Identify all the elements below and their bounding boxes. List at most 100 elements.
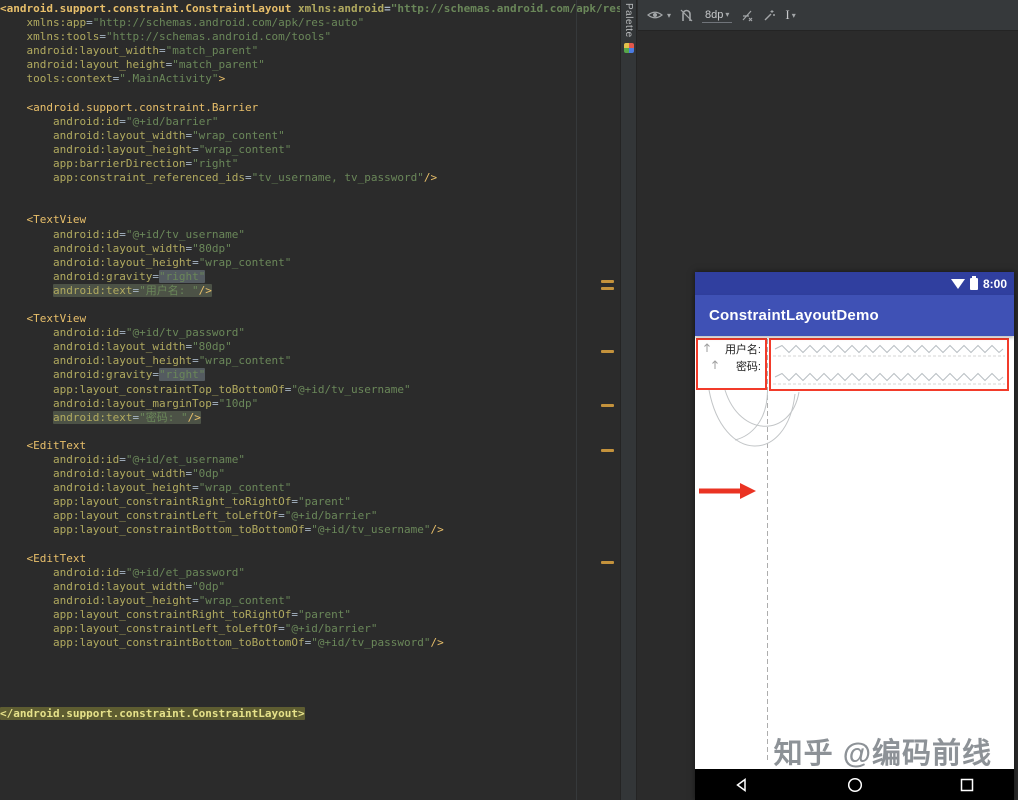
- xml-editor[interactable]: <android.support.constraint.ConstraintLa…: [0, 0, 620, 800]
- palette-tool-button[interactable]: Palette: [621, 0, 636, 53]
- code-line[interactable]: android:id="@+id/et_username": [0, 453, 620, 467]
- code-line[interactable]: android:layout_width="80dp": [0, 242, 620, 256]
- scrollbar-change-mark[interactable]: [601, 350, 614, 353]
- code-line[interactable]: [0, 87, 620, 101]
- wifi-icon: [951, 279, 965, 289]
- code-line[interactable]: android:layout_width="match_parent": [0, 44, 620, 58]
- code-line[interactable]: </android.support.constraint.ConstraintL…: [0, 707, 620, 721]
- scrollbar-change-mark[interactable]: [601, 404, 614, 407]
- chevron-down-icon: ▾: [792, 11, 796, 20]
- code-line[interactable]: [0, 679, 620, 693]
- palette-icon: [624, 43, 634, 53]
- scrollbar-change-mark[interactable]: [601, 287, 614, 290]
- preview-status-bar: 8:00: [695, 272, 1014, 295]
- code-line[interactable]: android:id="@+id/tv_password": [0, 326, 620, 340]
- text-cursor-dropdown[interactable]: I▾: [785, 7, 795, 23]
- code-line[interactable]: android:layout_height="wrap_content": [0, 256, 620, 270]
- default-margins-dropdown[interactable]: 8dp▾: [702, 8, 732, 23]
- code-lines: <android.support.constraint.ConstraintLa…: [0, 2, 620, 721]
- code-line[interactable]: tools:context=".MainActivity">: [0, 72, 620, 86]
- autoconnect-icon[interactable]: [680, 9, 693, 22]
- code-line[interactable]: android:text="用户名: "/>: [0, 284, 620, 298]
- code-line[interactable]: android:text="密码: "/>: [0, 411, 620, 425]
- code-line[interactable]: xmlns:app="http://schemas.android.com/ap…: [0, 16, 620, 30]
- code-line[interactable]: [0, 693, 620, 707]
- code-line[interactable]: android:layout_width="0dp": [0, 467, 620, 481]
- device-preview[interactable]: 8:00 ConstraintLayoutDemo: [695, 272, 1014, 800]
- code-line[interactable]: [0, 298, 620, 312]
- code-line[interactable]: android:id="@+id/tv_username": [0, 228, 620, 242]
- editor-scrollbar[interactable]: [601, 0, 616, 800]
- scrollbar-change-mark[interactable]: [601, 449, 614, 452]
- code-line[interactable]: <android.support.constraint.Barrier: [0, 101, 620, 115]
- code-line[interactable]: android:layout_height="wrap_content": [0, 594, 620, 608]
- code-line[interactable]: app:layout_constraintRight_toRightOf="pa…: [0, 608, 620, 622]
- annotation-arrow: [699, 483, 756, 499]
- preview-canvas[interactable]: 用户名: 密码: 知乎 @编码前线: [695, 336, 1014, 769]
- code-line[interactable]: android:layout_width="0dp": [0, 580, 620, 594]
- battery-icon: [970, 278, 978, 290]
- code-line[interactable]: app:layout_constraintLeft_toLeftOf="@+id…: [0, 509, 620, 523]
- code-line[interactable]: app:constraint_referenced_ids="tv_userna…: [0, 171, 620, 185]
- code-line[interactable]: android:layout_width="80dp": [0, 340, 620, 354]
- preview-app-bar: ConstraintLayoutDemo: [695, 295, 1014, 336]
- code-line[interactable]: app:layout_constraintTop_toBottomOf="@+i…: [0, 383, 620, 397]
- code-line[interactable]: <EditText: [0, 439, 620, 453]
- constraint-arc: [709, 390, 795, 446]
- android-studio-window: <android.support.constraint.ConstraintLa…: [0, 0, 1018, 800]
- code-line[interactable]: [0, 199, 620, 213]
- default-margins-value: 8dp: [705, 9, 723, 21]
- edittext-width-spring: [775, 374, 1003, 381]
- cursor-label: I: [785, 7, 789, 23]
- code-line[interactable]: app:layout_constraintLeft_toLeftOf="@+id…: [0, 622, 620, 636]
- code-line[interactable]: android:layout_width="wrap_content": [0, 129, 620, 143]
- code-line[interactable]: android:layout_height="wrap_content": [0, 143, 620, 157]
- scrollbar-change-mark[interactable]: [601, 561, 614, 564]
- status-time: 8:00: [983, 277, 1007, 291]
- textview-password[interactable]: 密码:: [698, 358, 764, 374]
- code-line[interactable]: <EditText: [0, 552, 620, 566]
- code-line[interactable]: <TextView: [0, 213, 620, 227]
- blueprint-overlay: [695, 336, 1014, 769]
- home-icon: [846, 776, 864, 794]
- chevron-down-icon: ▾: [725, 10, 729, 19]
- code-line[interactable]: app:layout_constraintRight_toRightOf="pa…: [0, 495, 620, 509]
- code-line[interactable]: xmlns:tools="http://schemas.android.com/…: [0, 30, 620, 44]
- view-options-icon[interactable]: [647, 9, 663, 21]
- code-line[interactable]: android:id="@+id/barrier": [0, 115, 620, 129]
- code-line[interactable]: [0, 185, 620, 199]
- code-line[interactable]: android:gravity="right": [0, 368, 620, 382]
- selection-box-edittexts[interactable]: [770, 339, 1008, 390]
- code-line[interactable]: <android.support.constraint.ConstraintLa…: [0, 2, 620, 16]
- design-toolbar: ▾ 8dp▾ I▾: [638, 0, 1018, 31]
- code-line[interactable]: android:layout_marginTop="10dp": [0, 397, 620, 411]
- palette-tool-stripe: Palette: [620, 0, 637, 800]
- infer-constraints-icon[interactable]: [763, 9, 776, 22]
- editor-margin-guide: [576, 0, 577, 800]
- code-line[interactable]: app:barrierDirection="right": [0, 157, 620, 171]
- code-line[interactable]: [0, 664, 620, 678]
- design-surface[interactable]: ▾ 8dp▾ I▾ 8:00 C: [638, 0, 1018, 800]
- app-title: ConstraintLayoutDemo: [709, 307, 879, 324]
- code-line[interactable]: android:gravity="right": [0, 270, 620, 284]
- edittext-width-spring: [775, 346, 1003, 353]
- watermark: 知乎 @编码前线: [774, 730, 992, 769]
- chevron-down-icon[interactable]: ▾: [667, 11, 671, 20]
- preview-nav-bar: [695, 769, 1014, 800]
- code-line[interactable]: [0, 538, 620, 552]
- code-line[interactable]: android:layout_height="wrap_content": [0, 481, 620, 495]
- code-line[interactable]: android:id="@+id/et_password": [0, 566, 620, 580]
- code-line[interactable]: app:layout_constraintBottom_toBottomOf="…: [0, 523, 620, 537]
- scrollbar-change-mark[interactable]: [601, 280, 614, 283]
- palette-label: Palette: [623, 3, 634, 38]
- clear-constraints-icon[interactable]: [741, 9, 754, 22]
- code-line[interactable]: <TextView: [0, 312, 620, 326]
- code-line[interactable]: android:layout_height="wrap_content": [0, 354, 620, 368]
- back-icon: [733, 776, 751, 794]
- recents-icon: [958, 776, 976, 794]
- code-line[interactable]: [0, 425, 620, 439]
- code-line[interactable]: android:layout_height="match_parent": [0, 58, 620, 72]
- textview-username[interactable]: 用户名:: [698, 341, 764, 357]
- code-line[interactable]: [0, 650, 620, 664]
- code-line[interactable]: app:layout_constraintBottom_toBottomOf="…: [0, 636, 620, 650]
